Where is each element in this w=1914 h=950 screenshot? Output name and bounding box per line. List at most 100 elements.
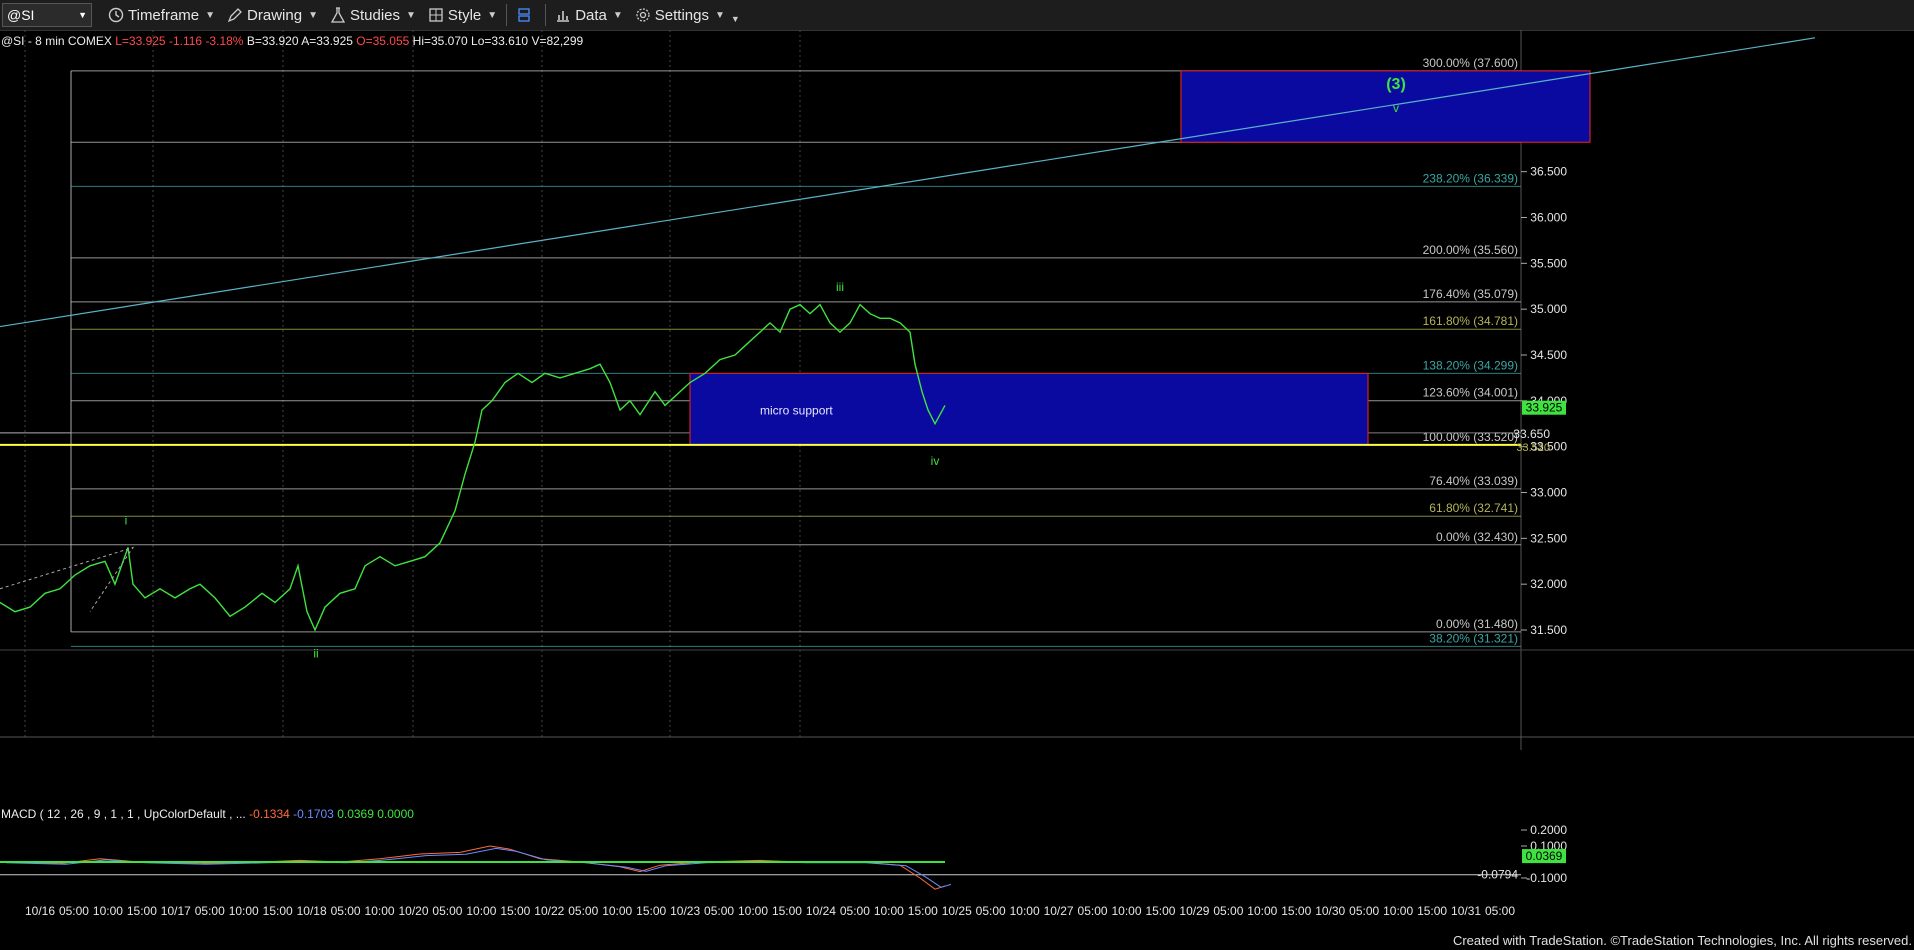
fib-level-label: 100.00% (33.520) [1423, 430, 1518, 444]
price-tick-label: 33.000 [1530, 486, 1567, 500]
time-tick-label: 05:00 [1349, 904, 1379, 918]
symbol-info-bar: @SI - 8 min COMEX L=33.925 -1.116 -3.18%… [1, 34, 583, 48]
fib-level-label: 138.20% (34.299) [1423, 358, 1518, 372]
wave-label-2: ii [313, 647, 318, 661]
time-tick-label: 15:00 [1417, 904, 1447, 918]
layout-icon [518, 8, 530, 22]
info-bid: B=33.920 [246, 34, 299, 48]
time-tick-label: 05:00 [568, 904, 598, 918]
overflow-caret-icon[interactable]: ▼ [731, 14, 740, 24]
last-price-label: 33.925 [1526, 401, 1563, 415]
support-price-label: 33.650 [1513, 427, 1550, 441]
toolbar-divider [545, 4, 547, 26]
time-tick-label: 05:00 [840, 904, 870, 918]
info-last: L=33.925 [115, 34, 166, 48]
info-change: -1.116 [168, 34, 203, 48]
symbol-input[interactable]: @SI ▼ [2, 3, 92, 27]
time-tick-label: 05:00 [331, 904, 361, 918]
time-tick-label: 05:00 [976, 904, 1006, 918]
info-open: O=35.055 [356, 34, 410, 48]
drawing-menu[interactable]: Drawing ▼ [221, 0, 324, 30]
symbol-value: @SI [7, 7, 35, 23]
price-tick-label: 35.500 [1530, 256, 1567, 270]
time-tick-label: 15:00 [500, 904, 530, 918]
fib-level-label: 0.00% (31.480) [1436, 617, 1518, 631]
drawing-label: Drawing [247, 6, 303, 24]
macd-value-1: -0.1334 [249, 807, 290, 821]
time-tick-label: 05:00 [59, 904, 89, 918]
layout-button[interactable] [510, 0, 542, 30]
data-menu[interactable]: Data ▼ [549, 0, 629, 30]
studies-menu[interactable]: Studies ▼ [324, 0, 422, 30]
wave-label-4: iv [931, 454, 940, 468]
time-tick-label: 10/24 [806, 904, 836, 918]
time-tick-label: 10/25 [942, 904, 972, 918]
studies-label: Studies [349, 6, 401, 24]
time-tick-label: 10:00 [1247, 904, 1277, 918]
info-ask: A=33.925 [301, 34, 353, 48]
time-tick-label: 10/23 [670, 904, 700, 918]
price-tick-label: 36.500 [1530, 165, 1567, 179]
time-tick-label: 10/16 [25, 904, 55, 918]
info-symbol: @SI - 8 min COMEX [1, 34, 112, 48]
fib-level-label: 123.60% (34.001) [1423, 386, 1518, 400]
time-tick-label: 10:00 [874, 904, 904, 918]
time-tick-label: 10:00 [1111, 904, 1141, 918]
style-menu[interactable]: Style ▼ [422, 0, 503, 30]
time-tick-label: 10:00 [93, 904, 123, 918]
footer-credit: Created with TradeStation. ©TradeStation… [1452, 933, 1912, 948]
caret-down-icon: ▼ [308, 9, 318, 21]
time-tick-label: 10:00 [1383, 904, 1413, 918]
support-zone-label: micro support [760, 404, 833, 418]
time-tick-label: 10:00 [466, 904, 496, 918]
macd-value-2: -0.1703 [293, 807, 334, 821]
timeframe-menu[interactable]: Timeframe ▼ [102, 0, 221, 30]
price-tick-label: 32.000 [1530, 577, 1567, 591]
trend-line[interactable] [0, 37, 1816, 328]
flask-icon [330, 7, 346, 23]
time-tick-label: 10/30 [1315, 904, 1345, 918]
fib-level-label: 200.00% (35.560) [1423, 243, 1518, 257]
fib-level-label: 38.20% (31.321) [1429, 631, 1518, 645]
caret-down-icon: ▼ [714, 9, 725, 21]
chevron-down-icon: ▼ [78, 10, 87, 20]
time-tick-label: 10:00 [365, 904, 395, 918]
fib-level-label: 300.00% (37.600) [1423, 56, 1518, 70]
time-tick-label: 10/22 [534, 904, 564, 918]
time-tick-label: 10/17 [161, 904, 191, 918]
info-volume: V=82,299 [531, 34, 584, 48]
fib-level-label: 0.00% (32.430) [1436, 530, 1518, 544]
settings-menu[interactable]: Settings ▼ [629, 0, 731, 30]
time-tick-label: 10:00 [229, 904, 259, 918]
time-tick-label: 10/31 [1451, 904, 1481, 918]
time-tick-label: 05:00 [1485, 904, 1515, 918]
timeframe-label: Timeframe [128, 6, 200, 24]
macd-legend: MACD ( 12 , 26 , 9 , 1 , 1 , UpColorDefa… [1, 807, 414, 821]
macd-tick-label: -0.1000 [1526, 871, 1567, 885]
time-tick-label: 05:00 [432, 904, 462, 918]
toolbar: @SI ▼ Timeframe ▼ Drawing ▼ Studies ▼ Style… [0, 0, 1914, 31]
time-tick-label: 05:00 [195, 904, 225, 918]
fib-price-label: 33.520 [1516, 442, 1550, 454]
fib-level-label: 76.40% (33.039) [1429, 474, 1518, 488]
macd-value-box-label: 0.0369 [1526, 849, 1563, 863]
time-tick-label: 05:00 [1078, 904, 1108, 918]
info-high: Hi=35.070 [412, 34, 468, 48]
info-pct: -3.18% [205, 34, 244, 48]
time-tick-label: 10/20 [398, 904, 428, 918]
chart-area[interactable]: 37.50037.00036.50036.00035.50035.00034.5… [0, 30, 1914, 930]
time-tick-label: 15:00 [772, 904, 802, 918]
price-tick-label: 31.500 [1530, 623, 1567, 637]
fib-level-label: 161.80% (34.781) [1423, 314, 1518, 328]
fib-level-label: 61.80% (32.741) [1429, 501, 1518, 515]
price-series-line [0, 303, 946, 632]
fib-level-label: 238.20% (36.339) [1423, 171, 1518, 185]
time-tick-label: 10:00 [1010, 904, 1040, 918]
macd-title: MACD ( 12 , 26 , 9 , 1 , 1 , UpColorDefa… [1, 807, 246, 821]
time-tick-label: 15:00 [1145, 904, 1175, 918]
data-label: Data [575, 6, 607, 24]
time-tick-label: 15:00 [908, 904, 938, 918]
pencil-icon [227, 8, 242, 23]
macd-tick-label: 0.2000 [1530, 823, 1567, 837]
time-tick-label: 15:00 [127, 904, 157, 918]
